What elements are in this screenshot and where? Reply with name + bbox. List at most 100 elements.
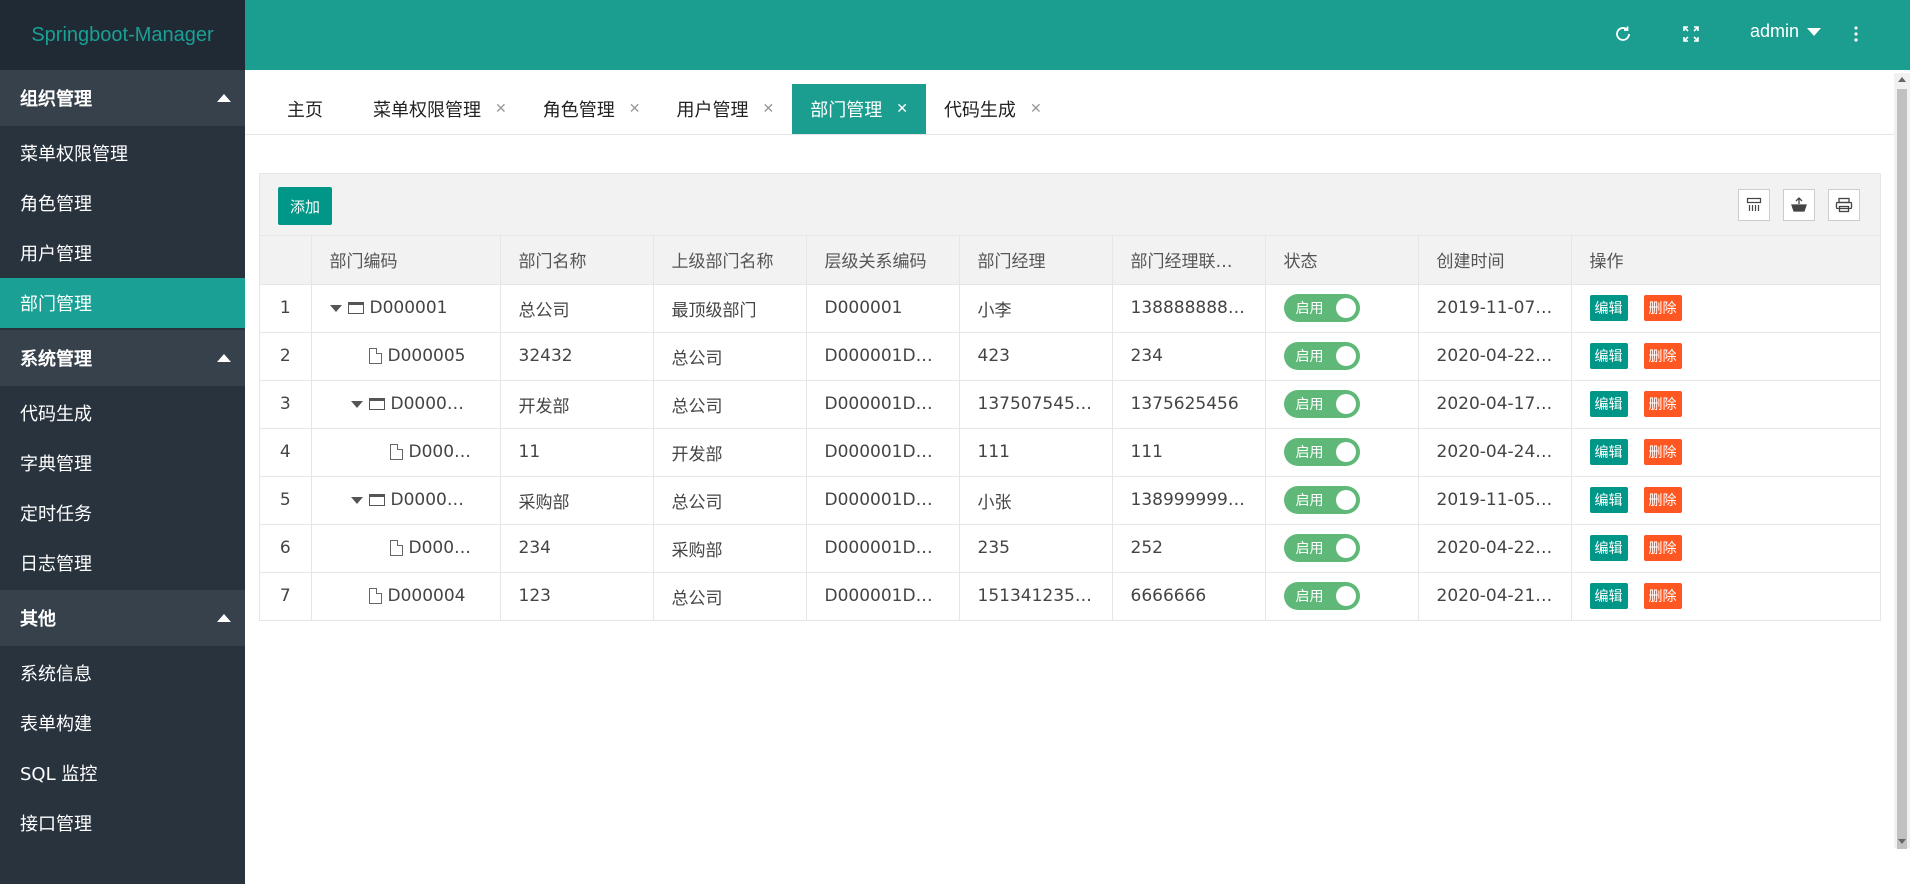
cell-parent: 总公司: [653, 332, 807, 381]
column-header[interactable]: 创建时间: [1418, 236, 1572, 285]
sidebar-item[interactable]: 代码生成: [0, 388, 245, 438]
tab-item[interactable]: 代码生成 ✕: [926, 84, 1060, 134]
table-row[interactable]: 7 D000004 123 总公司 D000001D0… 151341235… 666666…: [260, 572, 1880, 621]
column-header[interactable]: 层级关系编码: [806, 236, 960, 285]
column-header[interactable]: 部门经理联…: [1112, 236, 1266, 285]
edit-button[interactable]: 编辑: [1589, 535, 1628, 561]
edit-button[interactable]: 编辑: [1589, 343, 1628, 369]
columns-icon[interactable]: [1738, 189, 1770, 221]
delete-button[interactable]: 删除: [1643, 391, 1682, 417]
delete-button[interactable]: 删除: [1643, 295, 1682, 321]
status-toggle[interactable]: 启用: [1283, 294, 1360, 322]
cell-parent: 总公司: [653, 572, 807, 621]
edit-button[interactable]: 编辑: [1589, 295, 1628, 321]
column-header[interactable]: 部门名称: [500, 236, 654, 285]
sidebar-item[interactable]: 用户管理: [0, 228, 245, 278]
sidebar-item[interactable]: SQL 监控: [0, 748, 245, 798]
nav-group-header[interactable]: 组织管理: [0, 70, 245, 126]
delete-button[interactable]: 删除: [1643, 583, 1682, 609]
sidebar-item[interactable]: 表单构建: [0, 698, 245, 748]
toggle-knob: [1335, 490, 1356, 510]
cell-phone: 13899999999: [1112, 476, 1266, 525]
tree-node[interactable]: D000004: [330, 586, 482, 606]
export-icon[interactable]: [1783, 189, 1815, 221]
status-toggle[interactable]: 启用: [1283, 534, 1360, 562]
sidebar-item[interactable]: 系统信息: [0, 648, 245, 698]
edit-button[interactable]: 编辑: [1589, 391, 1628, 417]
add-button[interactable]: 添加: [278, 187, 333, 225]
caret-down-icon[interactable]: [350, 496, 363, 504]
delete-button[interactable]: 删除: [1643, 487, 1682, 513]
cell-name: 32432: [500, 332, 654, 381]
column-header[interactable]: 操作: [1571, 236, 1880, 285]
tree-node[interactable]: D000001: [329, 298, 482, 318]
dept-code: D0000…: [408, 538, 482, 558]
fullscreen-icon[interactable]: [1679, 22, 1703, 46]
scroll-down-icon[interactable]: [1898, 839, 1906, 844]
status-toggle[interactable]: 启用: [1283, 438, 1360, 466]
sidebar-item[interactable]: 角色管理: [0, 178, 245, 228]
status-toggle[interactable]: 启用: [1283, 390, 1360, 418]
app-logo[interactable]: Springboot-Manager: [0, 0, 245, 70]
tab-item[interactable]: 角色管理 ✕: [525, 84, 659, 134]
print-icon[interactable]: [1828, 189, 1860, 221]
row-actions: 编辑 删除: [1589, 583, 1863, 609]
row-actions: 编辑 删除: [1589, 343, 1863, 369]
tree-node[interactable]: D0000…: [330, 538, 482, 558]
column-header[interactable]: 上级部门名称: [653, 236, 807, 285]
table-row[interactable]: 6 D0000… 234 采购部 D000001D0… 235 252 启用 2020-04-2…: [260, 524, 1880, 573]
status-toggle[interactable]: 启用: [1283, 582, 1360, 610]
page-scrollbar[interactable]: [1894, 73, 1910, 849]
status-toggle[interactable]: 启用: [1283, 342, 1360, 370]
table-row[interactable]: 4 D0000… 11 开发部 D000001D0… 111 111 启用 2020-04-24…: [260, 428, 1880, 477]
delete-button[interactable]: 删除: [1643, 535, 1682, 561]
tab-label: 用户管理: [676, 100, 749, 121]
edit-button[interactable]: 编辑: [1589, 583, 1628, 609]
sidebar-item[interactable]: 日志管理: [0, 538, 245, 588]
department-table: 部门编码 部门名称 上级部门名称 层级关系编码 部门经理 部门经理联… 状态 创建时间 操作 1…: [260, 236, 1880, 621]
chevron-up-icon: [217, 614, 231, 622]
edit-button[interactable]: 编辑: [1589, 439, 1628, 465]
scroll-up-icon[interactable]: [1898, 77, 1906, 82]
edit-button[interactable]: 编辑: [1589, 487, 1628, 513]
tree-node[interactable]: D0000…: [330, 442, 482, 462]
sidebar-item[interactable]: 字典管理: [0, 438, 245, 488]
column-header[interactable]: 部门编码: [311, 236, 501, 285]
tab-item[interactable]: 主页: [245, 84, 355, 134]
status-toggle[interactable]: 启用: [1283, 486, 1360, 514]
user-menu[interactable]: admin: [1750, 21, 1822, 42]
close-icon[interactable]: ✕: [896, 101, 908, 117]
nav-group-label: 其他: [20, 609, 56, 630]
close-icon[interactable]: ✕: [629, 101, 641, 117]
tab-item[interactable]: 用户管理 ✕: [658, 84, 792, 134]
sidebar-item[interactable]: 菜单权限管理: [0, 128, 245, 178]
refresh-icon[interactable]: [1611, 22, 1635, 46]
tree-node[interactable]: D0000…: [330, 490, 482, 510]
table-row[interactable]: 3 D0000… 开发部 总公司 D000001D0… 13750754546 137562…: [260, 380, 1880, 429]
tab-item[interactable]: 菜单权限管理 ✕: [355, 84, 525, 134]
sidebar-item[interactable]: 接口管理: [0, 798, 245, 848]
close-icon[interactable]: ✕: [495, 101, 507, 117]
sidebar-item[interactable]: 部门管理: [0, 278, 245, 328]
tree-node[interactable]: D0000…: [330, 394, 482, 414]
scroll-thumb[interactable]: [1897, 89, 1907, 849]
table-row[interactable]: 1 D000001 总公司 最顶级部门 D000001 小李 13888888888 启用 20…: [260, 284, 1880, 333]
column-header[interactable]: 部门经理: [959, 236, 1113, 285]
close-icon[interactable]: ✕: [762, 101, 774, 117]
delete-button[interactable]: 删除: [1643, 439, 1682, 465]
nav-group-header[interactable]: 系统管理: [0, 330, 245, 386]
nav-group-header[interactable]: 其他: [0, 590, 245, 646]
cell-manager: 小张: [959, 476, 1113, 525]
table-row[interactable]: 5 D0000… 采购部 总公司 D000001D0… 小张 13899999999 启用 20…: [260, 476, 1880, 525]
tab-item[interactable]: 部门管理 ✕: [792, 84, 926, 134]
caret-down-icon[interactable]: [350, 400, 363, 408]
caret-down-icon[interactable]: [329, 304, 342, 312]
table-row[interactable]: 2 D000005 32432 总公司 D000001D0… 423 234 启用 2020-0…: [260, 332, 1880, 381]
tree-node[interactable]: D000005: [330, 346, 482, 366]
more-vertical-icon[interactable]: [1844, 22, 1868, 46]
sidebar-item[interactable]: 定时任务: [0, 488, 245, 538]
column-header[interactable]: 状态: [1265, 236, 1419, 285]
close-icon[interactable]: ✕: [1030, 101, 1042, 117]
actions-cell: 编辑 删除: [1571, 284, 1880, 333]
delete-button[interactable]: 删除: [1643, 343, 1682, 369]
